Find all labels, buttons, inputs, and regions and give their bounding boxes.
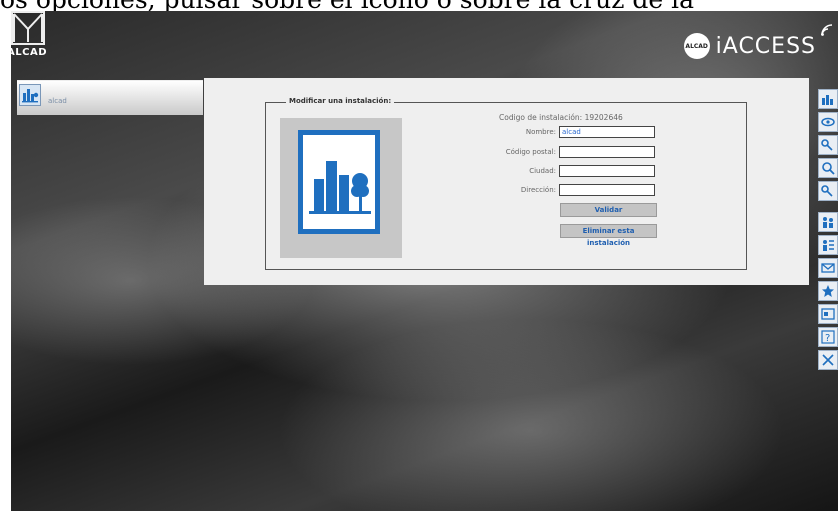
help-icon[interactable]: ? bbox=[818, 327, 838, 347]
address-field[interactable] bbox=[559, 183, 655, 196]
wifi-icon bbox=[821, 24, 833, 36]
city-row: Ciudad: bbox=[466, 164, 655, 177]
svg-text:?: ? bbox=[825, 333, 830, 344]
installation-image bbox=[280, 118, 402, 258]
brand-badge: ALCAD bbox=[683, 33, 710, 59]
name-field[interactable] bbox=[559, 125, 655, 138]
close-icon[interactable] bbox=[818, 350, 838, 370]
name-row: Nombre: bbox=[466, 125, 655, 138]
key-remove-icon[interactable] bbox=[818, 181, 838, 201]
iaccess-brand: ALCAD iACCESS bbox=[683, 33, 816, 59]
delete-installation-button[interactable]: Eliminar esta instalación bbox=[560, 224, 657, 247]
sidebar-item-label: alcad bbox=[48, 97, 67, 105]
fieldset-legend: Modificar una instalación: bbox=[286, 97, 395, 105]
brand-name: iACCESS bbox=[715, 33, 816, 59]
key-add-icon[interactable] bbox=[818, 135, 838, 155]
chart-icon[interactable] bbox=[818, 89, 838, 109]
installation-code: Codigo de instalación: 19202646 bbox=[499, 113, 623, 122]
right-toolbar: ? bbox=[818, 89, 838, 373]
users-list-icon[interactable] bbox=[818, 235, 838, 255]
alcad-logo-text: ALCAD bbox=[11, 47, 47, 58]
postal-code-row: Código postal: bbox=[466, 145, 655, 158]
edit-installation-fieldset: Modificar una instalación: Codigo de ins… bbox=[265, 97, 747, 270]
building-chart-icon bbox=[19, 84, 41, 106]
users-add-icon[interactable] bbox=[818, 212, 838, 232]
app-screen: ALCAD ALCAD iACCESS alcad Modificar una … bbox=[11, 11, 838, 511]
search-icon[interactable] bbox=[818, 158, 838, 178]
name-label: Nombre: bbox=[525, 127, 556, 136]
address-row: Dirección: bbox=[466, 183, 655, 196]
mail-icon[interactable] bbox=[818, 258, 838, 278]
alcad-logo: ALCAD bbox=[11, 11, 51, 61]
sidebar-item-alcad[interactable]: alcad bbox=[17, 80, 203, 115]
city-label: Ciudad: bbox=[529, 166, 556, 175]
city-field[interactable] bbox=[559, 164, 655, 177]
eye-icon[interactable] bbox=[818, 112, 838, 132]
edit-installation-panel: Modificar una instalación: Codigo de ins… bbox=[204, 78, 809, 285]
validate-button[interactable]: Validar bbox=[560, 203, 657, 217]
address-label: Dirección: bbox=[520, 185, 556, 194]
building-chart-icon bbox=[298, 130, 380, 234]
card-icon[interactable] bbox=[818, 304, 838, 324]
postal-code-field[interactable] bbox=[559, 145, 655, 158]
star-icon[interactable] bbox=[818, 281, 838, 301]
alcad-logo-icon bbox=[11, 11, 45, 45]
postal-code-label: Código postal: bbox=[505, 147, 556, 156]
